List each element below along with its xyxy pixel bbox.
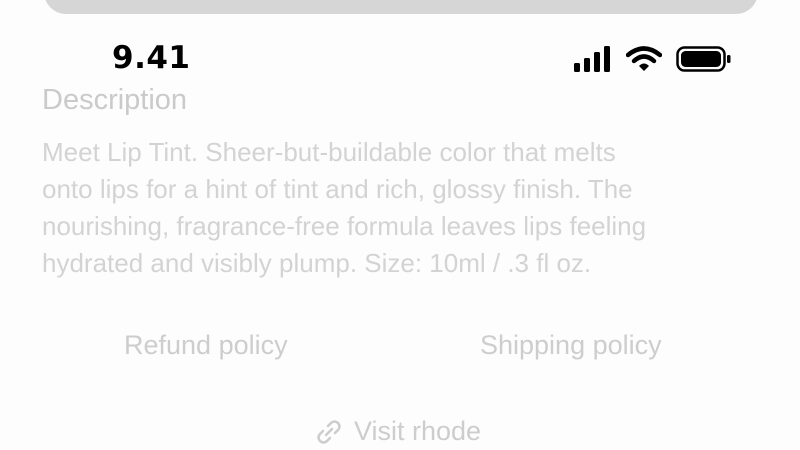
status-icons — [572, 46, 732, 72]
visit-store-label: Visit rhode — [354, 416, 482, 446]
link-icon — [314, 417, 344, 447]
description-line: onto lips for a hint of tint and rich, g… — [42, 174, 633, 204]
signal-icon — [572, 46, 612, 72]
visit-store-link[interactable]: Visit rhode — [314, 416, 481, 447]
shipping-policy-link[interactable]: Shipping policy — [480, 330, 662, 361]
battery-icon — [676, 46, 732, 72]
description-body: Meet Lip Tint. Sheer-but-buildable color… — [42, 134, 782, 282]
refund-policy-link[interactable]: Refund policy — [124, 330, 288, 361]
description-line: hydrated and visibly plump. Size: 10ml /… — [42, 248, 592, 278]
screen: 9.41 Description Meet Lip Tint. Sheer-bu… — [0, 0, 800, 450]
status-time: 9.41 — [112, 40, 191, 76]
description-line: Meet Lip Tint. Sheer-but-buildable color… — [42, 137, 616, 167]
description-line: nourishing, fragrance-free formula leave… — [42, 211, 647, 241]
wifi-icon — [626, 46, 662, 72]
top-sheet-handle[interactable] — [44, 0, 758, 14]
description-heading: Description — [42, 84, 188, 116]
